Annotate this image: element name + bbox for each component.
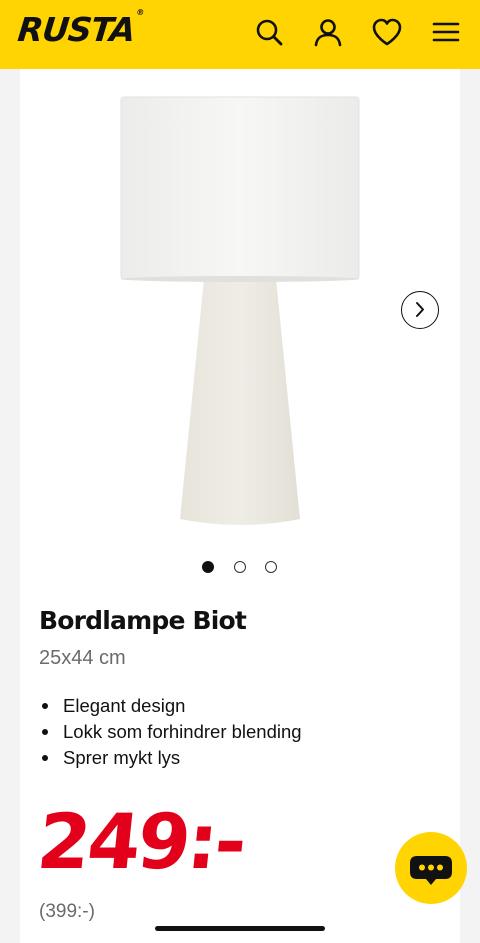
product-image[interactable] (20, 69, 460, 549)
product-size: 25x44 cm (39, 647, 126, 669)
chat-bubble-icon (410, 856, 452, 885)
feature-item: Elegant design (39, 693, 302, 719)
menu-icon[interactable] (430, 16, 462, 48)
search-icon[interactable] (253, 16, 285, 48)
home-indicator (155, 926, 325, 931)
user-icon[interactable] (312, 16, 344, 48)
gallery-pagination (196, 560, 286, 574)
gallery-dot-2[interactable] (234, 561, 246, 573)
product-card: Bordlampe Biot 25x44 cm Elegant design L… (20, 69, 460, 943)
next-image-button[interactable] (401, 291, 439, 329)
product-price: 249:- (33, 797, 249, 886)
feature-list: Elegant design Lokk som forhindrer blend… (39, 693, 302, 771)
gallery-dot-1[interactable] (202, 561, 214, 573)
chevron-right-icon (416, 302, 424, 317)
original-price: (399:-) (39, 901, 95, 922)
heart-icon[interactable] (371, 16, 403, 48)
feature-item: Sprer mykt lys (39, 745, 302, 771)
feature-item: Lokk som forhindrer blending (39, 719, 302, 745)
rusta-logo[interactable]: RUSTA® (16, 8, 144, 49)
site-header: RUSTA® (0, 0, 480, 69)
chat-button[interactable] (395, 832, 467, 904)
product-title: Bordlampe Biot (39, 606, 247, 635)
gallery-dot-3[interactable] (265, 561, 277, 573)
